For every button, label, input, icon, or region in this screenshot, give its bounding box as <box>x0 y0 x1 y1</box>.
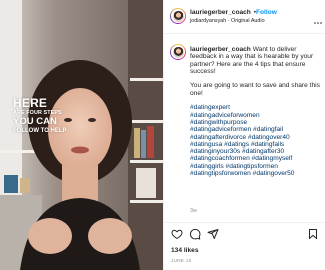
bookmark-icon <box>309 229 317 239</box>
post-date: JUNE 15 <box>171 258 192 263</box>
hashtag-line[interactable]: #datinggirls #datingtipsformen <box>190 163 322 170</box>
heart-icon <box>171 229 183 239</box>
hashtag-line[interactable]: #datingexpert <box>190 104 322 111</box>
hashtag-line[interactable]: #datingusa #datings #datingfails <box>190 141 322 148</box>
post-caption: lauriegerber_coach Want to deliver feedb… <box>164 34 325 214</box>
hashtag-line[interactable]: #datingafterdivorce #datingover40 <box>190 134 322 141</box>
post-video[interactable]: HERE ARE FOUR STEPS YOU CAN FOLLOW TO HE… <box>0 0 163 270</box>
audio-link[interactable]: jodiardyansyah · Original Audio <box>190 18 265 24</box>
caption-text: lauriegerber_coach Want to deliver feedb… <box>190 46 322 177</box>
video-text-overlay: HERE ARE FOUR STEPS YOU CAN FOLLOW TO HE… <box>13 97 67 134</box>
avatar[interactable] <box>170 8 186 24</box>
share-button[interactable] <box>207 228 219 240</box>
avatar-image <box>172 10 184 22</box>
like-button[interactable] <box>171 228 183 240</box>
hashtag-list: #datingexpert #datingadviceforwomen #dat… <box>190 104 322 177</box>
header-username[interactable]: lauriegerber_coach <box>190 9 251 16</box>
action-bar <box>164 222 325 242</box>
caption-cta: You are going to want to save and share … <box>190 82 320 97</box>
hashtag-line[interactable]: #datingwithpurpose <box>190 119 322 126</box>
likes-count[interactable]: 134 likes <box>171 247 199 254</box>
comment-button[interactable] <box>189 228 201 240</box>
overlay-line-3: YOU CAN <box>13 116 57 128</box>
header-user-line: lauriegerber_coach • <box>190 9 257 16</box>
caption-avatar[interactable] <box>170 44 186 60</box>
caption-paragraph: lauriegerber_coach Want to deliver feedb… <box>190 46 322 75</box>
hashtag-line[interactable]: #datingadviceformen #datingfail <box>190 126 322 133</box>
hashtag-line[interactable]: #datingcoachformen #datingmyself <box>190 155 322 162</box>
post-header: lauriegerber_coach • Follow jodiardyansy… <box>164 0 325 34</box>
hashtag-line[interactable]: #datinginyour30s #datingafter30 <box>190 148 322 155</box>
follow-button[interactable]: Follow <box>256 9 277 16</box>
comment-icon <box>189 228 201 240</box>
hashtag-line[interactable]: #datingtipsforwomen #datingover50 <box>190 170 322 177</box>
avatar-image <box>172 46 184 58</box>
more-options-button[interactable] <box>314 13 322 24</box>
overlay-line-4: FOLLOW TO HELP <box>13 127 67 134</box>
hashtag-line[interactable]: #datingadviceforwomen <box>190 112 322 119</box>
send-icon <box>207 229 219 239</box>
video-frame <box>0 0 163 270</box>
caption-username[interactable]: lauriegerber_coach <box>190 46 251 53</box>
overlay-line-1: HERE <box>13 96 48 110</box>
more-horizontal-icon <box>314 22 322 24</box>
post-sidebar: lauriegerber_coach • Follow jodiardyansy… <box>163 0 325 270</box>
instagram-post: HERE ARE FOUR STEPS YOU CAN FOLLOW TO HE… <box>0 0 325 270</box>
caption-timestamp: 3w <box>190 208 197 214</box>
save-button[interactable] <box>307 228 319 240</box>
